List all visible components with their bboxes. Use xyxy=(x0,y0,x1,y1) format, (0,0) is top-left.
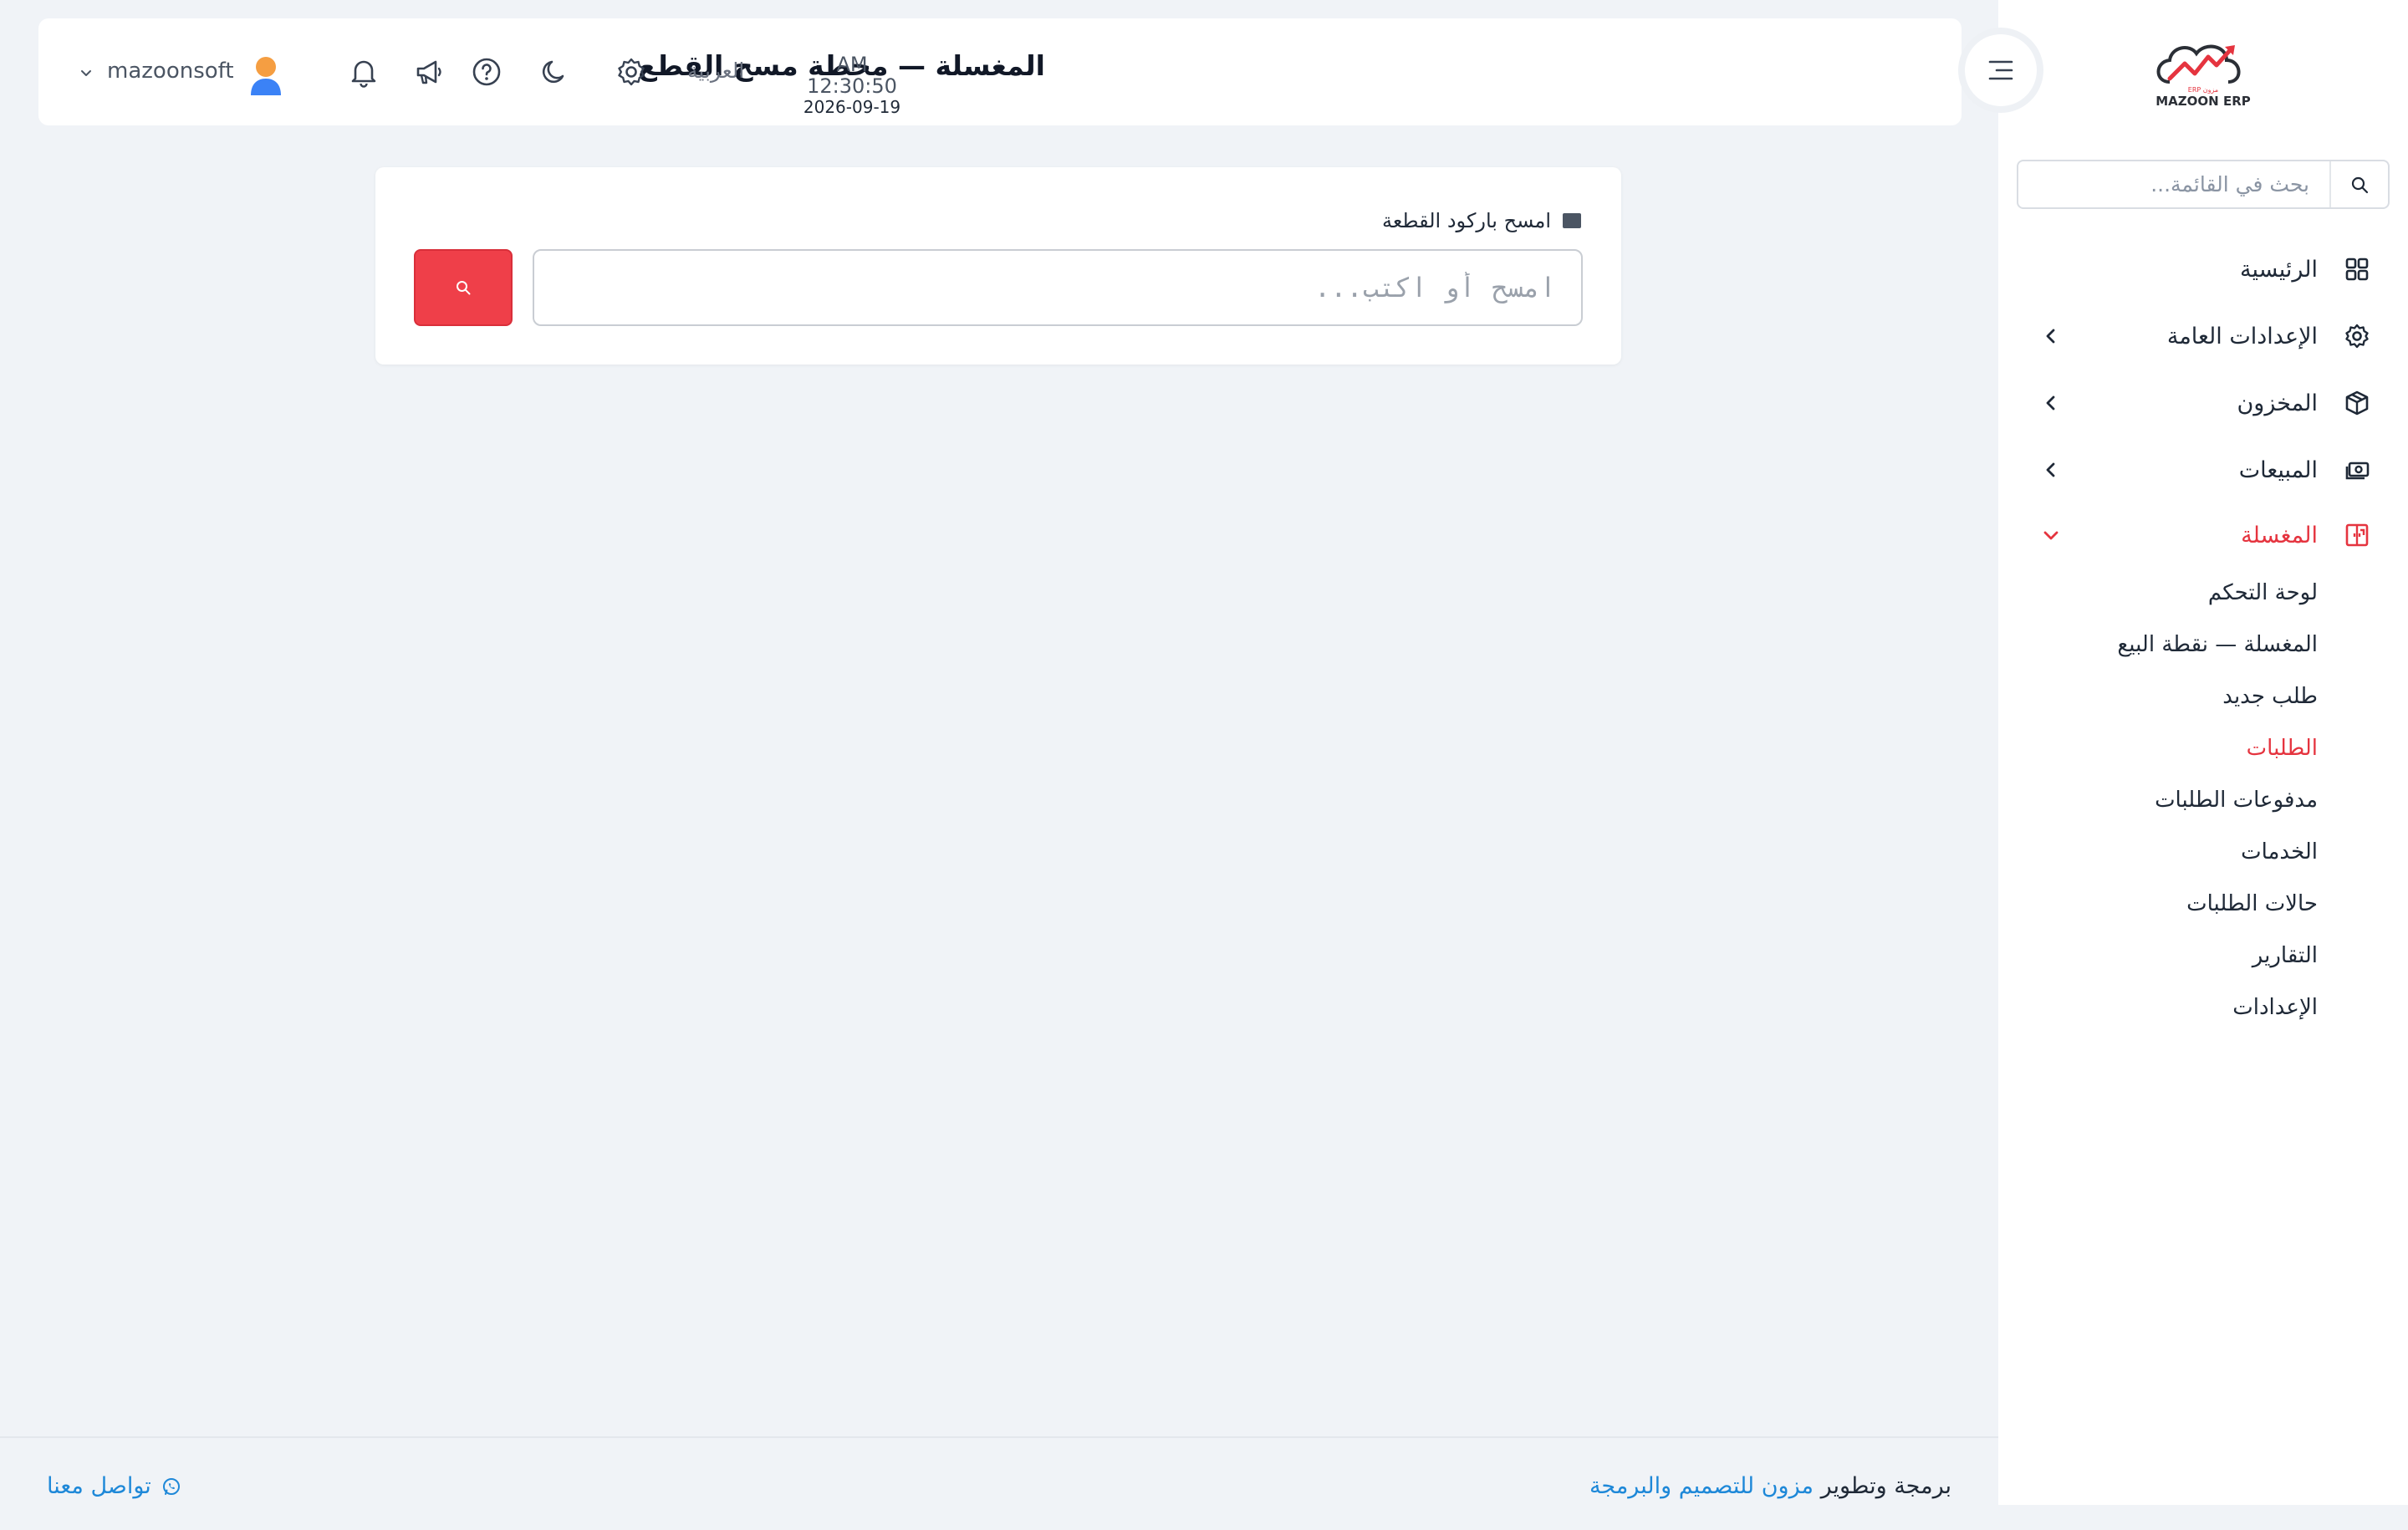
chevron-down-icon[interactable] xyxy=(79,65,94,80)
logo-graphic: ERP مزون MAZOON ERP xyxy=(2155,44,2251,109)
footer-brand-link[interactable]: مزون للتصميم والبرمجة xyxy=(1589,1473,1814,1499)
footer-credit-prefix: برمجة وتطوير xyxy=(1820,1473,1951,1499)
help-circle-icon xyxy=(472,58,501,86)
sidebar-subitem-orders[interactable]: الطلبات xyxy=(2247,736,2318,761)
settings-button[interactable] xyxy=(613,54,650,90)
clock-date: 2026-09-19 xyxy=(803,96,901,117)
search-icon xyxy=(2351,176,2369,193)
sidebar-search-button[interactable] xyxy=(2329,161,2388,207)
help-button[interactable] xyxy=(468,54,505,90)
gear-icon xyxy=(618,58,645,86)
sidebar-search-input[interactable] xyxy=(2018,161,2329,207)
barcode-input[interactable] xyxy=(533,249,1583,326)
sidebar-subitem-settings[interactable]: الإعدادات xyxy=(2232,995,2318,1020)
menu-lines-icon xyxy=(1988,60,2013,80)
gear-icon xyxy=(2343,322,2371,350)
chevron-down-icon xyxy=(2040,524,2062,546)
barcode-scan-card: امسح باركود القطعة xyxy=(375,167,1621,365)
sidebar-subitem-reports[interactable]: التقارير xyxy=(2252,943,2318,968)
sidebar-item-label: المخزون xyxy=(2237,390,2318,416)
moon-icon xyxy=(542,60,564,84)
announcements-button[interactable] xyxy=(411,54,447,90)
grid-icon xyxy=(2343,255,2371,283)
sidebar-item-laundry[interactable]: المغسلة xyxy=(1998,510,2408,560)
search-icon xyxy=(457,281,471,295)
cash-icon xyxy=(2343,456,2371,484)
user-avatar-icon xyxy=(251,57,281,95)
footer-contact-link[interactable]: تواصل معنا xyxy=(47,1473,181,1499)
box-icon xyxy=(2343,389,2371,417)
footer-credit: برمجة وتطوير مزون للتصميم والبرمجة xyxy=(1589,1473,1951,1499)
header-clock: AM 12:30:50 2026-09-19 xyxy=(793,54,911,116)
whatsapp-icon xyxy=(162,1477,180,1495)
chevron-left-icon xyxy=(2040,325,2062,347)
sidebar-subitem-dashboard[interactable]: لوحة التحكم xyxy=(2208,580,2318,605)
page-footer: برمجة وتطوير مزون للتصميم والبرمجة تواصل… xyxy=(0,1436,1998,1530)
scan-label-text: امسح باركود القطعة xyxy=(1381,209,1551,232)
footer-contact-text: تواصل معنا xyxy=(47,1473,151,1499)
clock-time: AM 12:30:50 xyxy=(807,53,897,99)
scan-field-label: امسح باركود القطعة xyxy=(1382,209,1581,232)
sidebar-subitem-order-statuses[interactable]: حالات الطلبات xyxy=(2186,891,2318,916)
svg-text:ERP مزون: ERP مزون xyxy=(2188,86,2218,94)
sidebar-item-label: المغسلة xyxy=(2241,522,2318,548)
sidebar-search xyxy=(2017,160,2390,209)
scan-search-button[interactable] xyxy=(414,249,513,326)
sidebar-item-inventory[interactable]: المخزون xyxy=(1998,378,2408,428)
sidebar-item-label: الرئيسية xyxy=(2240,256,2318,283)
barcode-icon xyxy=(1563,213,1581,228)
wardrobe-icon xyxy=(2343,521,2371,549)
sidebar-subitem-new-order[interactable]: طلب جديد xyxy=(2222,684,2318,709)
sidebar-subitem-order-payments[interactable]: مدفوعات الطلبات xyxy=(2155,788,2318,813)
sidebar-subitem-laundry-pos[interactable]: المغسلة — نقطة البيع xyxy=(2117,632,2318,657)
chevron-left-icon xyxy=(2040,392,2062,414)
sidebar: ERP مزون MAZOON ERP الرئيسية الإعدادات ا… xyxy=(1998,0,2408,1505)
chevron-left-icon xyxy=(2040,459,2062,481)
sidebar-item-label: الإعدادات العامة xyxy=(2166,323,2318,349)
sidebar-item-sales[interactable]: المبيعات xyxy=(1998,445,2408,495)
sidebar-item-label: المبيعات xyxy=(2238,456,2318,483)
bell-icon xyxy=(351,60,376,88)
sidebar-item-home[interactable]: الرئيسية xyxy=(1998,244,2408,294)
mazoon-erp-logo[interactable]: ERP مزون MAZOON ERP xyxy=(2145,33,2262,113)
sidebar-toggle-button[interactable] xyxy=(1965,34,2037,106)
svg-text:MAZOON ERP: MAZOON ERP xyxy=(2155,94,2250,109)
sidebar-item-general-settings[interactable]: الإعدادات العامة xyxy=(1998,311,2408,361)
user-avatar[interactable] xyxy=(246,54,286,97)
notifications-button[interactable] xyxy=(345,54,382,90)
user-menu-name[interactable]: mazoonsoft xyxy=(107,59,234,84)
dark-mode-toggle[interactable] xyxy=(536,54,573,90)
language-switcher[interactable]: العربية xyxy=(687,59,744,83)
megaphone-icon xyxy=(416,60,441,84)
sidebar-subitem-services[interactable]: الخدمات xyxy=(2241,839,2318,864)
